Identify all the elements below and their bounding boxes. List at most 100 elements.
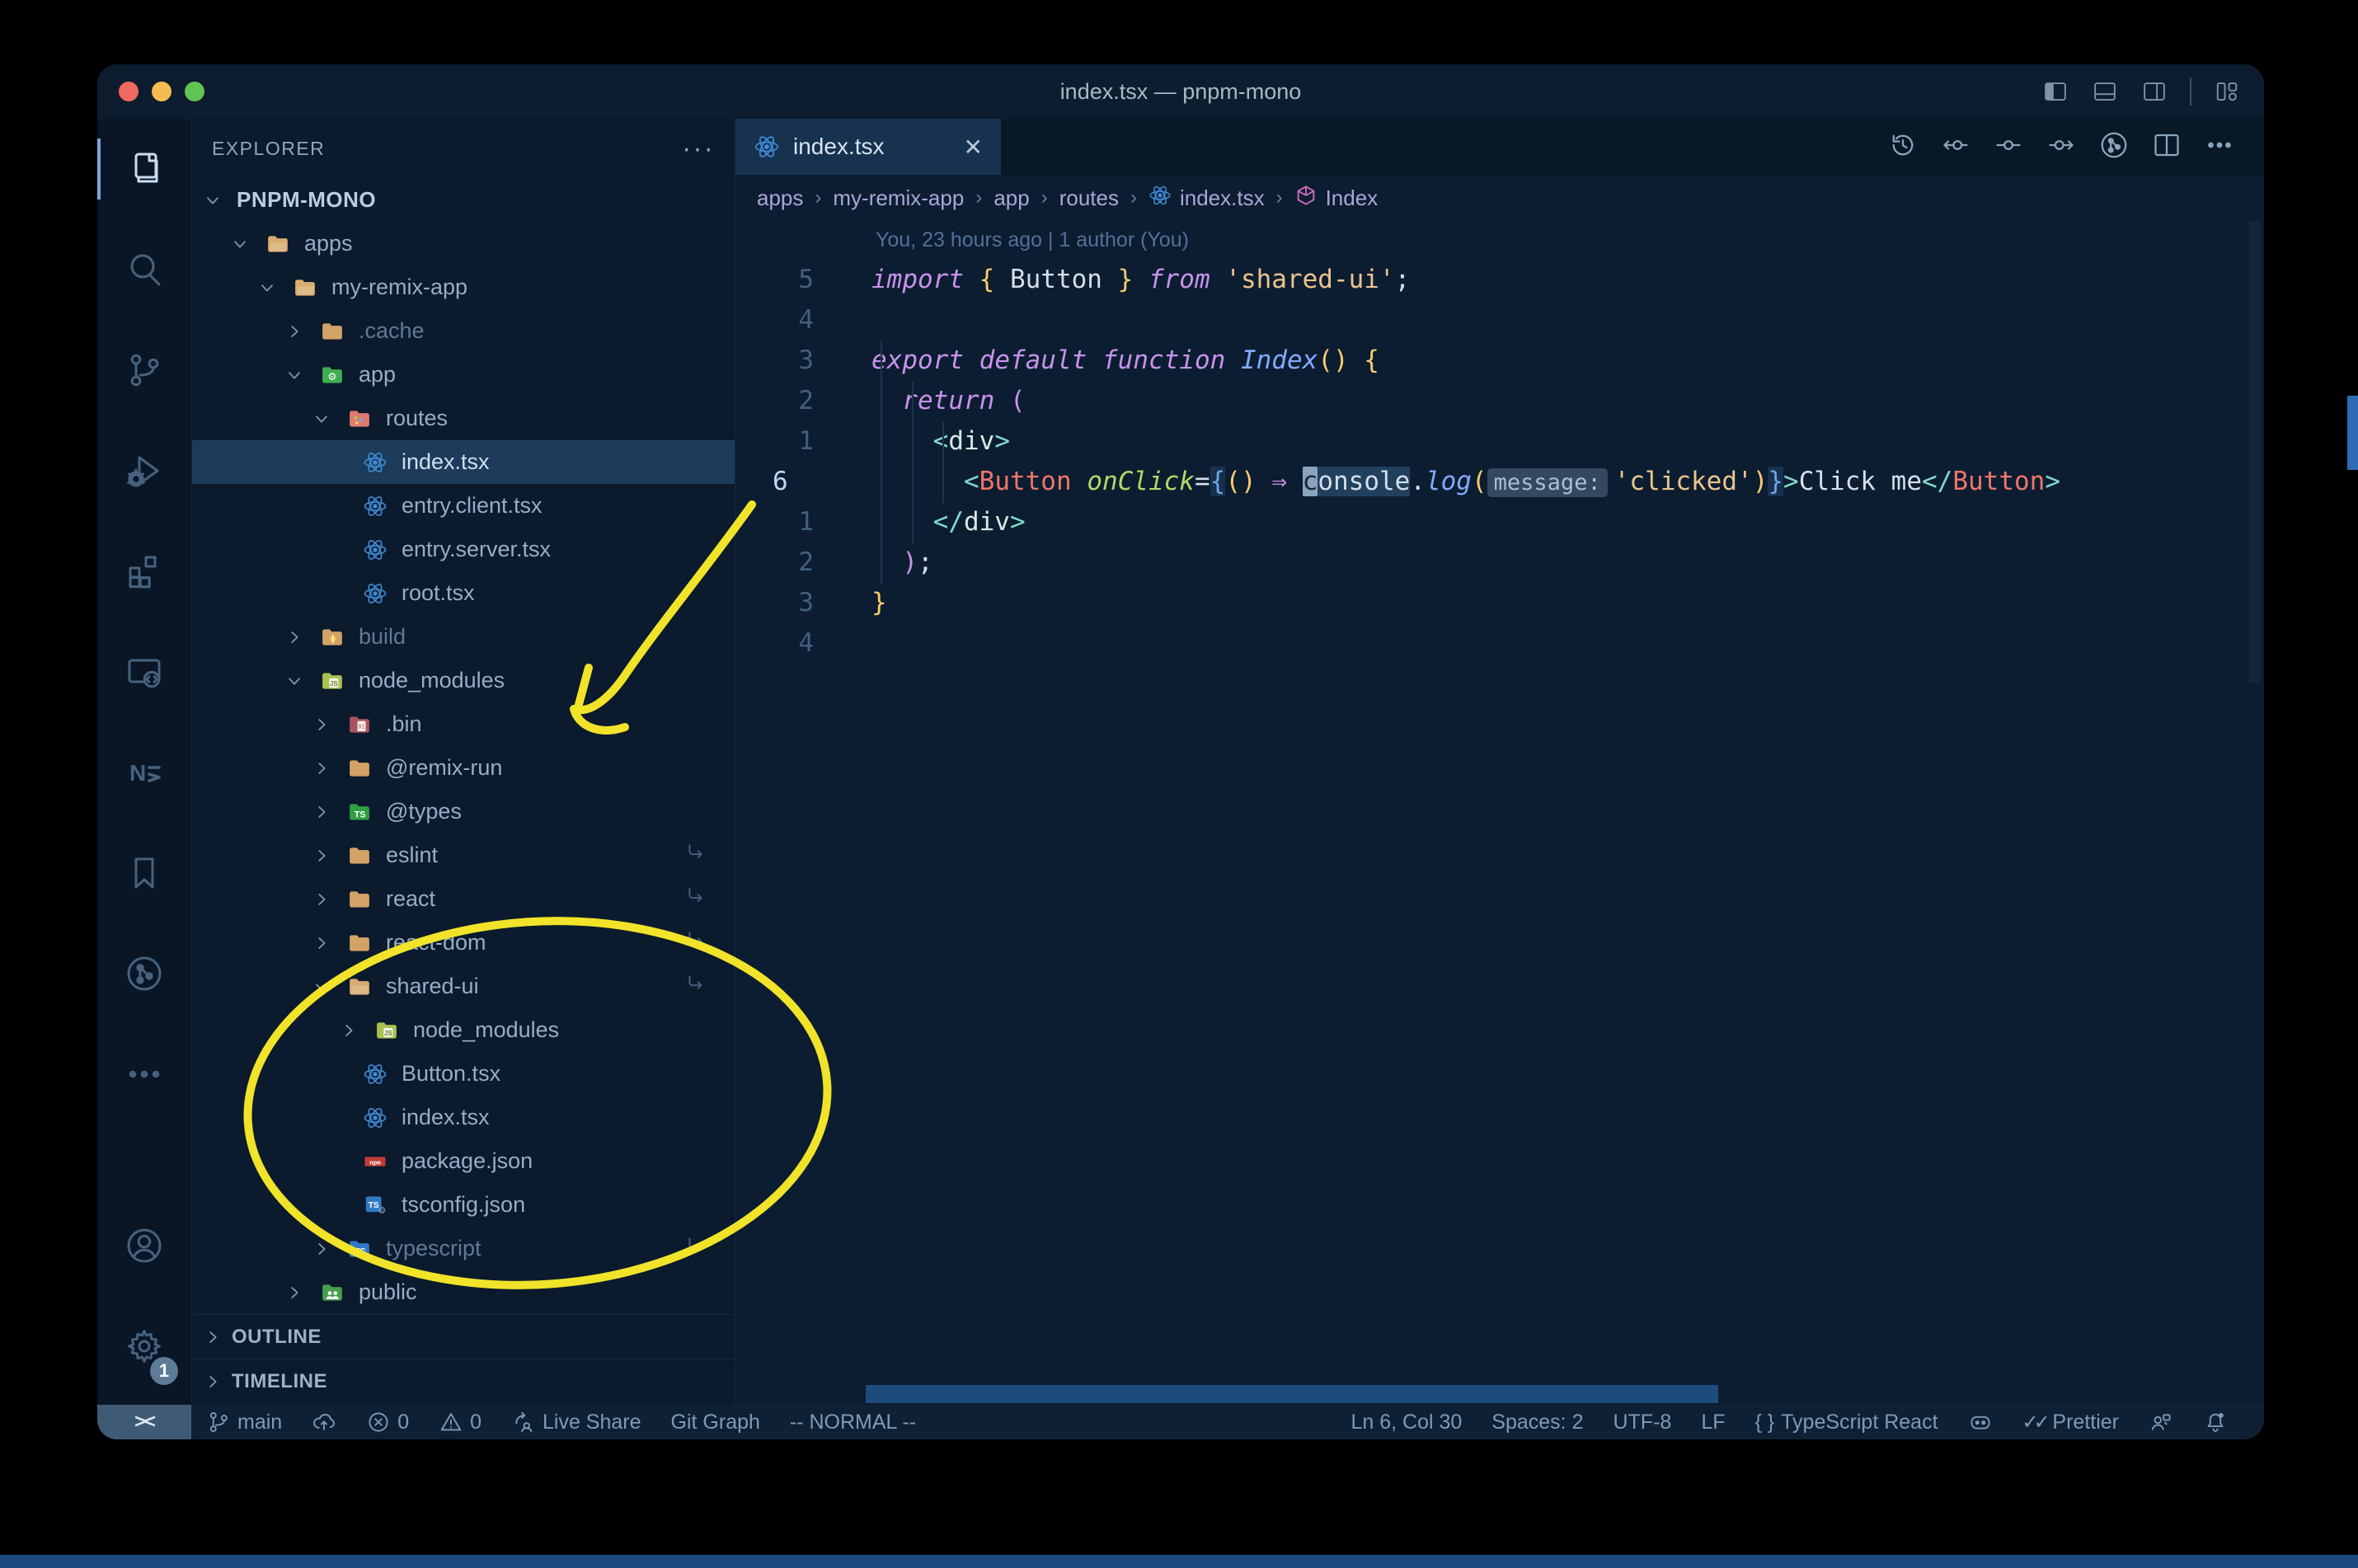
breadcrumb-apps[interactable]: apps [757,185,803,211]
statusbar-eol[interactable]: LF [1701,1411,1725,1434]
statusbar-branch-indicator[interactable]: main [206,1410,282,1434]
section-timeline[interactable]: TIMELINE [192,1359,735,1403]
chevron-down-icon[interactable] [258,279,291,297]
chevron-right-icon[interactable] [285,1284,318,1302]
breadcrumb-app[interactable]: app [993,185,1029,211]
folder-@remix-run[interactable]: @remix-run [192,746,735,790]
folder-shared-ui[interactable]: shared-ui [192,965,735,1008]
chevron-down-icon[interactable] [285,672,318,690]
activity-run-debug-icon[interactable] [97,420,191,521]
file-tsconfig.json[interactable]: TS ⚙ tsconfig.json [192,1183,735,1227]
statusbar-prettier[interactable]: ✓✓ Prettier [2022,1411,2119,1434]
editor-action-next-icon[interactable] [2046,130,2076,164]
breadcrumb-my-remix-app[interactable]: my-remix-app [833,185,964,211]
statusbar-encoding[interactable]: UTF-8 [1613,1411,1671,1434]
tab-close-icon[interactable]: ✕ [964,134,983,161]
file-entry.client.tsx[interactable]: entry.client.tsx [192,484,735,528]
chevron-down-icon[interactable] [204,191,237,209]
statusbar-vim-mode[interactable]: -- NORMAL -- [790,1411,916,1434]
chevron-right-icon[interactable] [340,1021,373,1040]
file-index.tsx[interactable]: index.tsx [192,440,735,484]
activity-accounts-icon[interactable] [97,1195,191,1296]
chevron-right-icon[interactable] [285,322,318,340]
activity-nx-console-icon[interactable]: N [97,722,191,823]
editor-action-split-icon[interactable] [2152,130,2182,164]
editor-action-prev-icon[interactable] [1941,130,1970,164]
statusbar-language-mode[interactable]: { } TypeScript React [1755,1411,1938,1434]
statusbar-sync-button[interactable] [312,1410,336,1434]
statusbar-indentation[interactable]: Spaces: 2 [1491,1411,1583,1434]
file-entry.server.tsx[interactable]: entry.server.tsx [192,528,735,571]
code-line-3[interactable]: 3} [735,582,2264,622]
code-line-4[interactable]: 4 [735,622,2264,663]
chevron-down-icon[interactable] [312,410,345,428]
file-package.json[interactable]: npm package.json [192,1139,735,1183]
folder-typescript[interactable]: TS typescript [192,1227,735,1270]
folder-my-remix-app[interactable]: my-remix-app [192,265,735,309]
activity-more-views-icon[interactable] [97,1024,191,1124]
editor-action-history-icon[interactable] [1888,130,1918,164]
breadcrumb-routes[interactable]: routes [1059,185,1119,211]
statusbar-warnings[interactable]: 0 [439,1410,481,1434]
statusbar-feedback[interactable] [2149,1410,2173,1434]
code-editor[interactable]: You, 23 hours ago | 1 author (You) 5 impo… [735,221,2264,1405]
activity-settings-icon[interactable]: 1 [97,1296,191,1397]
statusbar-cursor-position[interactable]: Ln 6, Col 30 [1350,1411,1462,1434]
statusbar-notifications[interactable] [2203,1410,2228,1434]
statusbar-errors[interactable]: 0 [366,1410,409,1434]
folder-routes[interactable]: routes [192,397,735,440]
panel-right-toggle-icon[interactable] [2140,79,2168,104]
folder-build[interactable]: build [192,615,735,659]
code-line-3[interactable]: 3 export default function Index() { [735,340,2264,380]
chevron-down-icon[interactable] [312,978,345,996]
activity-explorer-icon[interactable] [97,119,191,219]
statusbar-copilot[interactable] [1968,1410,1993,1434]
panel-bottom-toggle-icon[interactable] [2091,79,2119,104]
layouts-toggle-icon[interactable] [2213,79,2241,104]
remote-indicator[interactable]: >< [97,1405,191,1439]
file-index.tsx[interactable]: index.tsx [192,1096,735,1139]
activity-extensions-icon[interactable] [97,521,191,622]
activity-source-control-icon[interactable] [97,320,191,420]
breadcrumb-index[interactable]: Index [1294,184,1378,213]
chevron-right-icon[interactable] [285,628,318,646]
file-button.tsx[interactable]: Button.tsx [192,1052,735,1096]
chevron-down-icon[interactable] [285,366,318,384]
chevron-right-icon[interactable] [312,890,345,908]
file-root.tsx[interactable]: root.tsx [192,571,735,615]
code-line-1[interactable]: 1 <div> [735,420,2264,461]
chevron-right-icon[interactable] [312,934,345,952]
editor-action-gitgraph-circle-icon[interactable] [2099,130,2129,164]
chevron-right-icon[interactable] [312,759,345,777]
explorer-more-actions-button[interactable]: ··· [682,133,715,165]
activity-bookmarks-icon[interactable] [97,823,191,923]
breadcrumb-index.tsx[interactable]: index.tsx [1148,184,1265,213]
chevron-right-icon[interactable] [312,716,345,734]
chevron-right-icon[interactable] [312,847,345,865]
code-line-2[interactable]: 2 return ( [735,380,2264,420]
chevron-down-icon[interactable] [231,235,264,253]
editor-action-more-icon[interactable] [2205,130,2234,164]
code-line-2[interactable]: 2 ); [735,542,2264,582]
section-outline[interactable]: OUTLINE [192,1314,735,1359]
folder-eslint[interactable]: eslint [192,833,735,877]
folder-public[interactable]: public [192,1270,735,1314]
horizontal-scrollbar[interactable] [866,1385,1718,1403]
folder-app[interactable]: ⚙ app [192,353,735,397]
vertical-scrollbar[interactable] [2249,221,2261,683]
panel-left-toggle-icon[interactable] [2041,79,2069,104]
editor-action-current-icon[interactable] [1994,130,2023,164]
activity-git-graph-icon[interactable] [97,923,191,1024]
folder-apps[interactable]: apps [192,222,735,265]
folder-react-dom[interactable]: react-dom [192,921,735,965]
folder-react[interactable]: react [192,877,735,921]
folder-@types[interactable]: TS @types [192,790,735,833]
code-line-6[interactable]: 6 <Button onClick={() ⇒ console.log(mess… [735,461,2264,501]
code-line-5[interactable]: 5 import { Button } from 'shared-ui'; [735,259,2264,299]
folder-.cache[interactable]: .cache [192,309,735,353]
tab-index-tsx[interactable]: index.tsx ✕ [735,119,1001,175]
statusbar-git-graph[interactable]: Git Graph [671,1411,760,1434]
folder-.bin[interactable]: 01 .bin [192,702,735,746]
code-line-4[interactable]: 4 [735,299,2264,340]
folder-pnpm-mono[interactable]: PNPM-MONO [192,178,735,222]
